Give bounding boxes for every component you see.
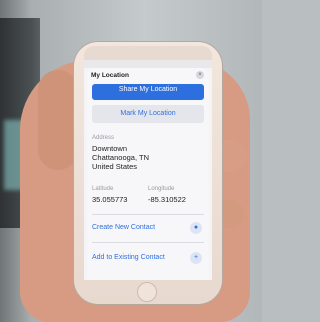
address-line-1: Downtown	[92, 144, 128, 153]
add-existing-contact-label: Add to Existing Contact	[92, 254, 165, 261]
home-button[interactable]	[137, 282, 157, 302]
divider	[92, 214, 204, 215]
mark-location-button[interactable]: Mark My Location	[92, 105, 204, 123]
close-icon[interactable]: ×	[196, 71, 204, 79]
photo-scene: My Location × Share My Location Mark My …	[0, 0, 262, 322]
person-add-icon: ●	[190, 222, 202, 234]
person-plus-icon: +	[190, 252, 202, 264]
latitude-value: 35.055773	[92, 195, 128, 204]
status-bar	[84, 60, 212, 68]
address-line-2: Chattanooga, TN	[92, 153, 149, 162]
add-existing-contact-button[interactable]: Add to Existing Contact +	[92, 248, 204, 268]
phone-screen: My Location × Share My Location Mark My …	[84, 60, 212, 280]
longitude-label: Longitude	[148, 186, 175, 192]
address-line-3: United States	[92, 162, 138, 171]
sheet-title: My Location	[91, 72, 129, 79]
share-location-button[interactable]: Share My Location	[92, 84, 204, 100]
longitude-value: -85.310522	[148, 195, 186, 204]
thumb	[38, 70, 78, 170]
divider	[92, 242, 204, 243]
create-contact-label: Create New Contact	[92, 224, 156, 231]
phone-top-bezel	[84, 46, 212, 60]
address-label: Address	[92, 135, 115, 141]
create-contact-button[interactable]: Create New Contact ●	[92, 218, 204, 238]
latitude-label: Latitude	[92, 186, 114, 192]
